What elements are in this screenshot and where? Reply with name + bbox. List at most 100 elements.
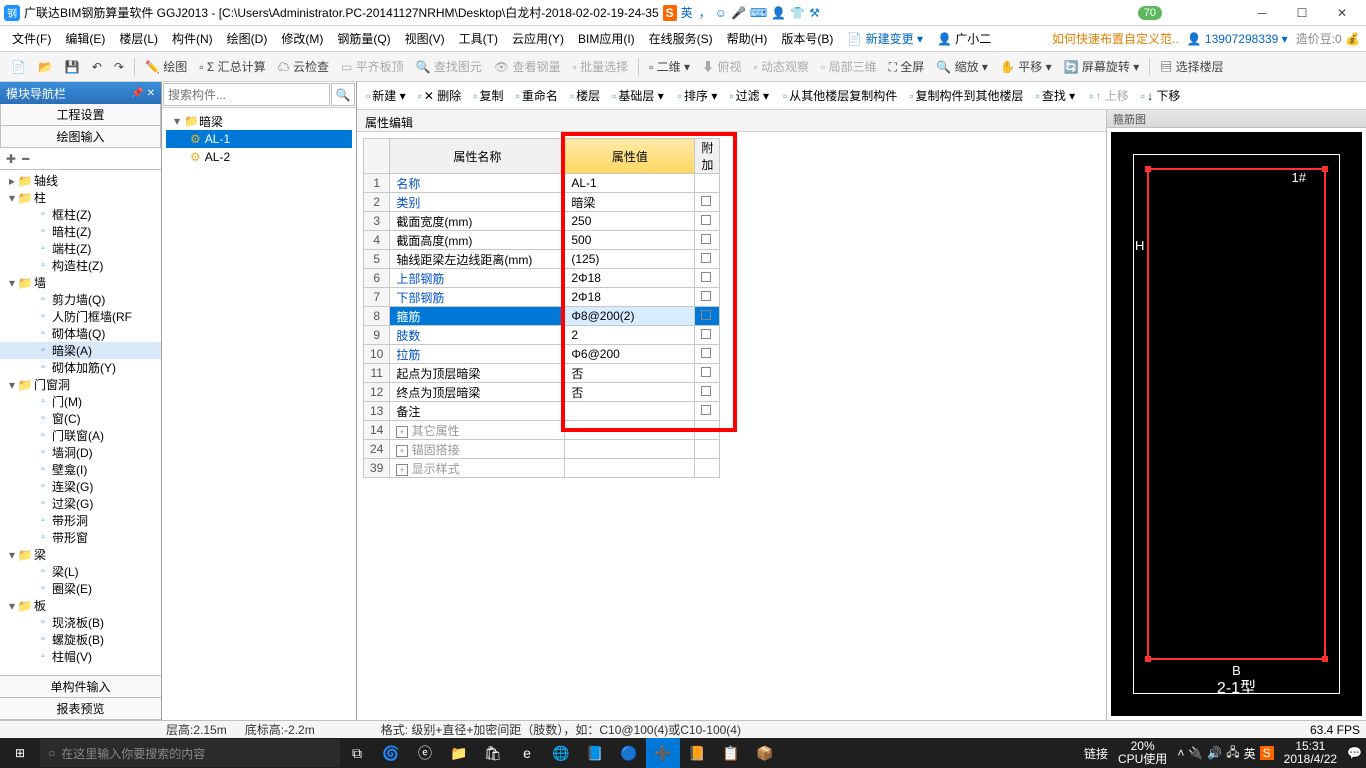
toolbar-cloud[interactable]: ☁ 云检查 (273, 56, 334, 77)
notification-icon[interactable]: 💬 (1347, 746, 1362, 760)
toolbar-zoom[interactable]: 🔍 缩放 ▾ (931, 56, 993, 77)
task-view-icon[interactable]: ⧉ (340, 738, 374, 768)
tree-item[interactable]: ▫窗(C) (0, 410, 161, 427)
toolbar-new[interactable]: 📄 (6, 58, 31, 76)
maximize-button[interactable]: ☐ (1282, 1, 1322, 25)
tray-sogou-icon[interactable]: S (1260, 746, 1274, 760)
edge2-icon[interactable]: e (510, 738, 544, 768)
app-icon[interactable]: 🌀 (374, 738, 408, 768)
tree-item[interactable]: ▫过梁(G) (0, 495, 161, 512)
prop-row[interactable]: 5轴线距梁左边线距离(mm)(125) (364, 250, 720, 269)
prop-row[interactable]: 14+其它属性 (364, 421, 720, 440)
notify-counter[interactable]: 70 (1138, 6, 1162, 20)
taskbar-search[interactable]: ○在这里输入你要搜索的内容 (40, 739, 340, 767)
ctb-item[interactable]: ▫ 过滤 ▾ (724, 85, 774, 106)
tray-power-icon[interactable]: 🔌 (1188, 746, 1203, 760)
prop-row[interactable]: 8箍筋Φ8@200(2) (364, 307, 720, 326)
menu-modify[interactable]: 修改(M) (275, 27, 329, 50)
ctb-item[interactable]: ▫ 查找 ▾ (1031, 85, 1081, 106)
tree-item[interactable]: ▫壁龛(I) (0, 461, 161, 478)
link-text[interactable]: 链接 (1084, 745, 1108, 762)
user-indicator[interactable]: 👤 广小二 (931, 27, 997, 50)
ctb-item[interactable]: ▫ 从其他楼层复制构件 (778, 85, 902, 106)
tree-item[interactable]: ▫剪力墙(Q) (0, 291, 161, 308)
preview-canvas[interactable]: 1# H B 2-1型 (1111, 132, 1362, 716)
prop-row[interactable]: 2类别暗梁 (364, 193, 720, 212)
app5-icon[interactable]: 📙 (680, 738, 714, 768)
menu-component[interactable]: 构件(N) (166, 27, 219, 50)
ctb-item[interactable]: ▫ 重命名 (511, 85, 563, 106)
toolbar-flat[interactable]: ▭ 平齐板顶 (336, 56, 409, 77)
prop-row[interactable]: 1名称AL-1 (364, 174, 720, 193)
prop-row[interactable]: 10拉筋Φ6@200 (364, 345, 720, 364)
ctb-item[interactable]: ▫ 新建 ▾ (361, 85, 411, 106)
app2-icon[interactable]: 📘 (578, 738, 612, 768)
account-link[interactable]: 👤 13907298339 ▾ (1187, 32, 1288, 46)
tree-item[interactable]: ▫螺旋板(B) (0, 631, 161, 648)
new-change-button[interactable]: 📄 新建变更 ▾ (841, 27, 929, 50)
tree-item[interactable]: ▫现浇板(B) (0, 614, 161, 631)
menu-floor[interactable]: 楼层(L) (113, 27, 164, 50)
menu-draw[interactable]: 绘图(D) (221, 27, 274, 50)
prop-row[interactable]: 6上部钢筋2Φ18 (364, 269, 720, 288)
toolbar-find[interactable]: 🔍 查找图元 (411, 56, 487, 77)
tray-ime-icon[interactable]: 英 (1244, 745, 1256, 762)
project-settings-tab[interactable]: 工程设置 (0, 104, 161, 126)
toolbar-top[interactable]: ⬇ 俯视 (697, 56, 746, 77)
app4-icon[interactable]: ➕ (646, 738, 680, 768)
ctb-item[interactable]: ▫ 基础层 ▾ (607, 85, 669, 106)
edge-icon[interactable]: ⓔ (408, 738, 442, 768)
tree-item[interactable]: ▫门(M) (0, 393, 161, 410)
app6-icon[interactable]: 📋 (714, 738, 748, 768)
menu-tools[interactable]: 工具(T) (453, 27, 504, 50)
app3-icon[interactable]: 🔵 (612, 738, 646, 768)
toolbar-view[interactable]: 👁 查看钢量 (489, 56, 566, 77)
tree-item[interactable]: ▾📁梁 (0, 546, 161, 563)
menu-cloud[interactable]: 云应用(Y) (506, 27, 570, 50)
toolbar-2d[interactable]: ▫ 二维 ▾ (644, 56, 695, 77)
tree-item[interactable]: ▫暗柱(Z) (0, 223, 161, 240)
component-root[interactable]: ▾📁 暗梁 (166, 112, 352, 130)
tree-item[interactable]: ▫砌体加筋(Y) (0, 359, 161, 376)
tip-link[interactable]: 如何快速布置自定义范.. (1052, 30, 1179, 47)
tree-item[interactable]: ▫墙洞(D) (0, 444, 161, 461)
prop-row[interactable]: 24+锚固搭接 (364, 440, 720, 459)
tree-item[interactable]: ▸📁轴线 (0, 172, 161, 189)
tree-item[interactable]: ▫带形洞 (0, 512, 161, 529)
toolbar-floor[interactable]: ▤ 选择楼层 (1155, 56, 1228, 77)
toolbar-batch[interactable]: ▫ 批量选择 (568, 56, 634, 77)
tree-item[interactable]: ▫门联窗(A) (0, 427, 161, 444)
tree-item[interactable]: ▫柱帽(V) (0, 648, 161, 665)
report-preview-tab[interactable]: 报表预览 (0, 698, 161, 720)
tree-item[interactable]: ▫圈梁(E) (0, 580, 161, 597)
app7-icon[interactable]: 📦 (748, 738, 782, 768)
tree-item[interactable]: ▫暗梁(A) (0, 342, 161, 359)
start-button[interactable]: ⊞ (0, 746, 40, 760)
ie-icon[interactable]: 🌐 (544, 738, 578, 768)
close-button[interactable]: ✕ (1322, 1, 1362, 25)
toolbar-draw[interactable]: ✏️ 绘图 (140, 56, 192, 77)
menu-help[interactable]: 帮助(H) (721, 27, 774, 50)
toolbar-pan[interactable]: ✋ 平移 ▾ (995, 56, 1057, 77)
tree-item[interactable]: ▾📁板 (0, 597, 161, 614)
minimize-button[interactable]: ─ (1242, 1, 1282, 25)
tree-controls[interactable]: ✚━ (0, 148, 161, 170)
menu-rebar[interactable]: 钢筋量(Q) (331, 27, 396, 50)
toolbar-dyn[interactable]: ▫ 动态观察 (748, 56, 814, 77)
tree-item[interactable]: ▫带形窗 (0, 529, 161, 546)
menu-version[interactable]: 版本号(B) (775, 27, 839, 50)
prop-row[interactable]: 9肢数2 (364, 326, 720, 345)
tray-volume-icon[interactable]: 🔊 (1207, 746, 1222, 760)
prop-row[interactable]: 12终点为顶层暗梁否 (364, 383, 720, 402)
tree-item[interactable]: ▫人防门框墙(RF (0, 308, 161, 325)
ctb-item[interactable]: ▫ 复制 (468, 85, 508, 106)
ime-indicator[interactable]: S 英 ，☺🎤⌨👤👕⚒ (663, 4, 822, 21)
prop-row[interactable]: 39+显示样式 (364, 459, 720, 478)
cpu-meter[interactable]: 20%CPU使用 (1112, 740, 1173, 766)
component-item[interactable]: ⚙AL-1 (166, 130, 352, 148)
tray-net-icon[interactable]: 🖧 (1226, 743, 1239, 764)
store-icon[interactable]: 🛍 (476, 738, 510, 768)
toolbar-sum[interactable]: ▫ Σ 汇总计算 (194, 56, 270, 77)
toolbar-redo[interactable]: ↷ (109, 58, 129, 76)
tree-item[interactable]: ▾📁墙 (0, 274, 161, 291)
